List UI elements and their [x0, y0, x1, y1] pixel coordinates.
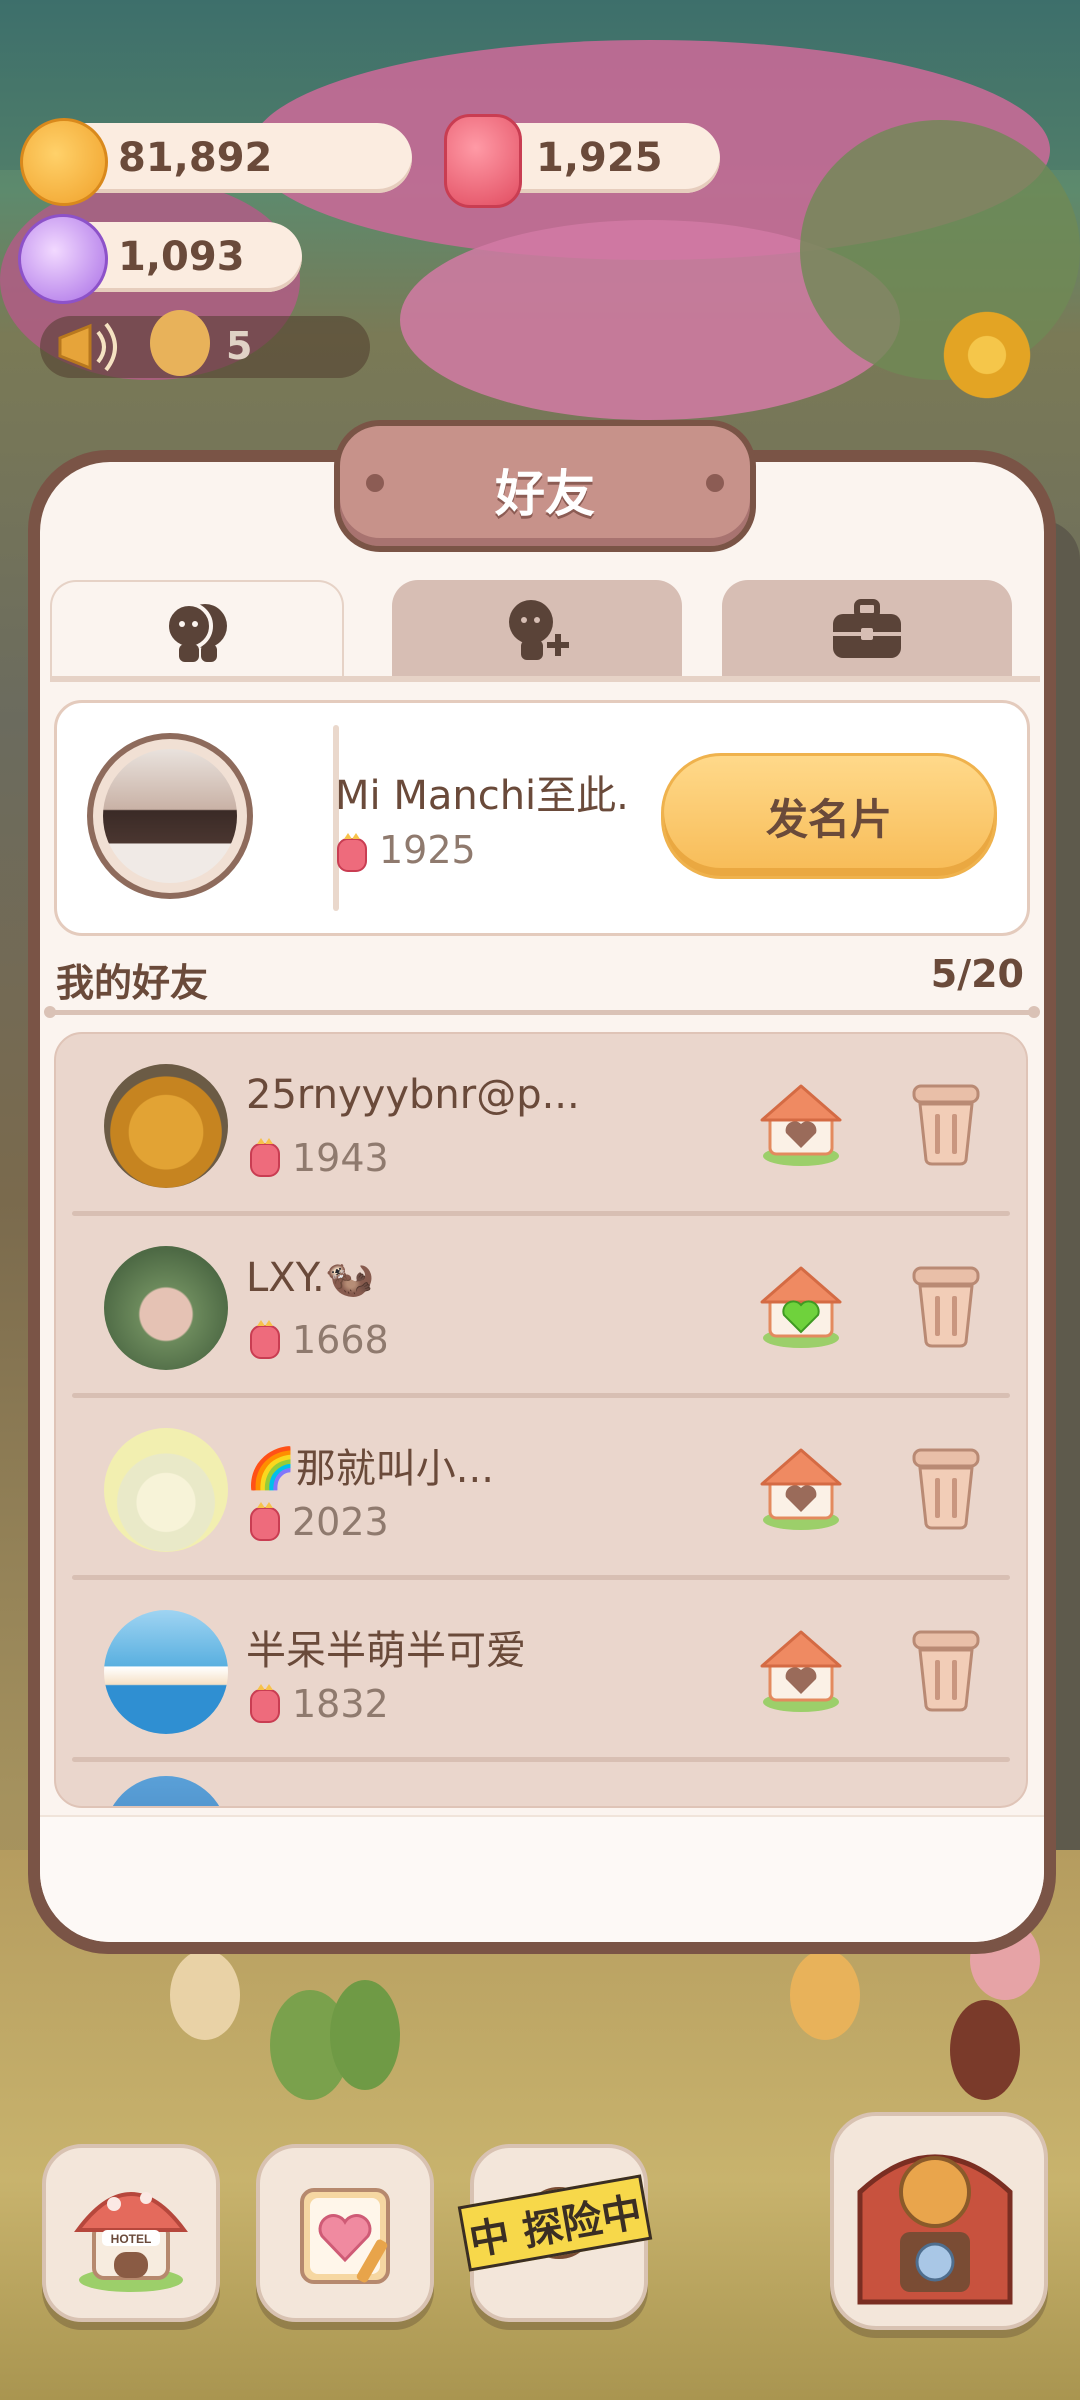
notice-count: 5 — [226, 324, 253, 368]
friend-avatar[interactable] — [104, 1428, 228, 1552]
megaphone-icon — [58, 322, 117, 372]
send-card-button[interactable]: 发名片 — [661, 753, 997, 879]
gacha-button[interactable] — [830, 2112, 1048, 2330]
hotel-label: HOTEL — [111, 2232, 152, 2246]
jelly-gem-icon — [337, 833, 367, 872]
delete-friend-trash-icon[interactable] — [908, 1078, 984, 1166]
friend-row-partial — [56, 1762, 1026, 1806]
my-friends-title: 我的好友 — [56, 961, 209, 1005]
jelly-gem-icon — [250, 1138, 280, 1177]
friend-score: 1943 — [292, 1136, 389, 1180]
crystal-count: 1,093 — [118, 234, 245, 280]
friend-avatar[interactable] — [104, 1246, 228, 1370]
friend-score: 1832 — [292, 1682, 389, 1726]
panel-title: 好友 — [495, 465, 595, 523]
diary-heart-icon — [300, 2188, 390, 2284]
friend-name: 🌈那就叫小... — [246, 1446, 494, 1492]
notice-bar[interactable]: 5 — [40, 310, 370, 378]
diary-button[interactable] — [256, 2144, 434, 2322]
section-divider — [44, 1006, 1040, 1018]
cookie-count: 81,892 — [118, 135, 273, 181]
friend-name: 半呆半萌半可爱 — [246, 1628, 526, 1674]
gacha-machine-icon — [857, 2154, 1013, 2305]
friend-row: 25rnyyybnr@p... 1943 — [56, 1034, 1026, 1216]
tab-add-friend[interactable] — [392, 580, 682, 680]
notice-character-icon — [150, 310, 210, 376]
my-profile-card: Mi Manchi至此. 1925 发名片 — [54, 700, 1030, 936]
tab-briefcase[interactable] — [722, 580, 1012, 680]
delete-friend-trash-icon[interactable] — [908, 1624, 984, 1712]
tab-divider — [50, 676, 1040, 682]
friend-score: 1668 — [292, 1318, 389, 1362]
friend-row: 半呆半萌半可爱 1832 — [56, 1580, 1026, 1762]
friend-avatar[interactable] — [104, 1064, 228, 1188]
friend-name: 25rnyyybnr@p... — [246, 1072, 580, 1118]
friends-count: 5/20 — [930, 952, 1024, 996]
settings-gear-icon[interactable] — [932, 300, 1042, 410]
cookie-icon — [20, 118, 108, 206]
friend-row: 🌈那就叫小... 2023 — [56, 1398, 1026, 1580]
briefcase-icon — [833, 599, 901, 658]
friend-avatar[interactable] — [104, 1610, 228, 1734]
friends-icon — [165, 602, 227, 662]
friend-avatar[interactable] — [104, 1776, 228, 1806]
hotel-button[interactable]: HOTEL — [42, 2144, 220, 2322]
my-score: 1925 — [379, 828, 476, 872]
hotel-icon: HOTEL — [74, 2192, 188, 2292]
panel-title-plate: 好友 — [334, 420, 756, 552]
friend-name: LXY.🦦 — [246, 1255, 375, 1301]
my-avatar[interactable] — [87, 733, 253, 899]
friend-score: 2023 — [292, 1500, 389, 1544]
delete-friend-trash-icon[interactable] — [908, 1260, 984, 1348]
jelly-gem-icon — [250, 1684, 280, 1723]
friend-row: LXY.🦦 1668 — [56, 1216, 1026, 1398]
delete-friend-trash-icon[interactable] — [908, 1442, 984, 1530]
tab-friends[interactable] — [50, 580, 344, 682]
add-friend-icon — [509, 600, 569, 660]
house-heart-icon[interactable] — [756, 1442, 846, 1532]
crystal-icon — [18, 214, 108, 304]
gem-count: 1,925 — [536, 135, 663, 181]
house-heart-green-icon[interactable] — [756, 1260, 846, 1350]
house-heart-icon[interactable] — [756, 1624, 846, 1714]
jelly-gem-icon — [250, 1320, 280, 1359]
friends-list[interactable]: 25rnyyybnr@p... 1943 LXY.🦦 1668 🌈那就叫小...… — [54, 1032, 1028, 1808]
house-heart-icon[interactable] — [756, 1078, 846, 1168]
panel-footer — [40, 1815, 1044, 1942]
jelly-gem-icon — [444, 114, 522, 208]
my-name: Mi Manchi至此. — [335, 773, 629, 819]
jelly-gem-icon — [250, 1502, 280, 1541]
